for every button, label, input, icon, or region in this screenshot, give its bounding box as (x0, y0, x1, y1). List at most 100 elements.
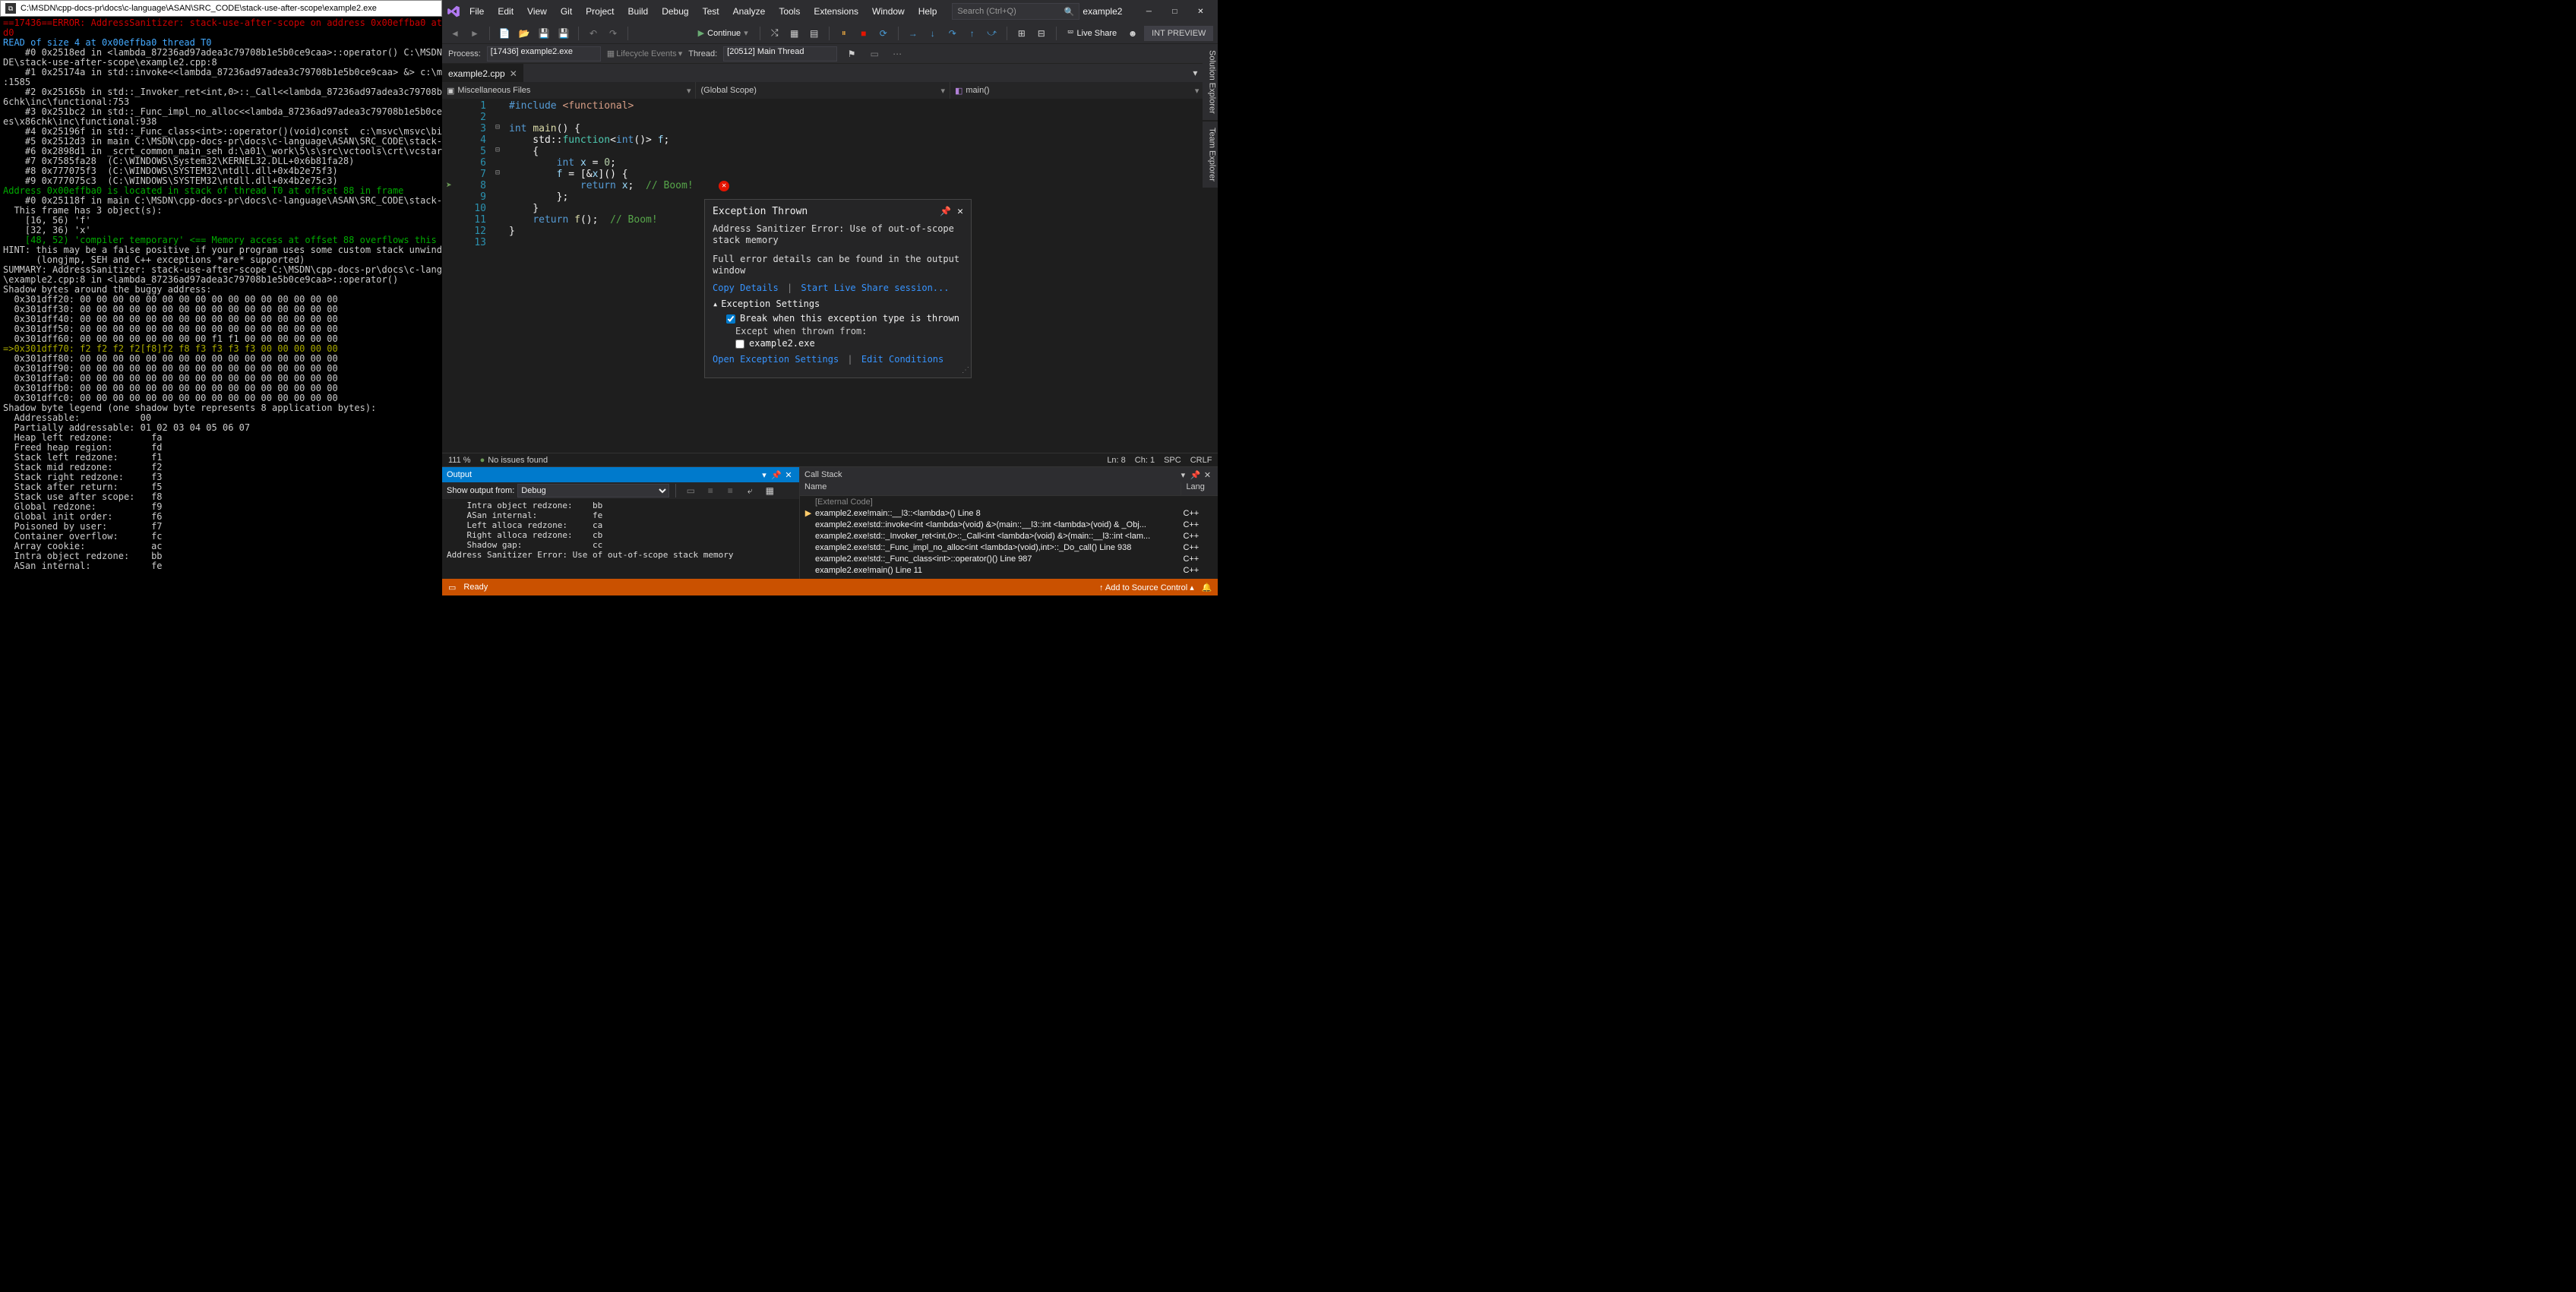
menu-view[interactable]: View (521, 3, 553, 20)
nav-member-dropdown[interactable]: ◧ main() ▾ (950, 82, 1204, 99)
run-to-cursor-button[interactable]: ⤻ (984, 25, 1000, 42)
edit-conditions-link[interactable]: Edit Conditions (861, 354, 943, 365)
debug-btn-3[interactable]: ▤ (806, 25, 823, 42)
step-into-button[interactable]: ↓ (925, 25, 941, 42)
menu-help[interactable]: Help (912, 3, 943, 20)
menu-git[interactable]: Git (555, 3, 578, 20)
pin-icon[interactable]: 📌 (940, 206, 951, 217)
undo-button[interactable]: ↶ (585, 25, 602, 42)
stack-frame-btn[interactable]: ▭ (866, 46, 883, 62)
copy-details-link[interactable]: Copy Details (713, 283, 779, 293)
callstack-rows[interactable]: [External Code]▶example2.exe!main::__l3:… (800, 496, 1218, 579)
menu-build[interactable]: Build (622, 3, 655, 20)
minimize-button[interactable]: ─ (1136, 2, 1162, 21)
debug-btn-2[interactable]: ▦ (786, 25, 803, 42)
open-button[interactable]: 📂 (516, 25, 533, 42)
close-icon[interactable]: ✕ (957, 206, 963, 217)
stack-misc-btn[interactable]: ⋯ (889, 46, 906, 62)
nav-fwd-button[interactable]: ► (466, 25, 483, 42)
vs-titlebar[interactable]: FileEditViewGitProjectBuildDebugTestAnal… (442, 0, 1218, 23)
doc-tab-example2[interactable]: example2.cpp ✕ (442, 64, 523, 82)
side-tab-solution-explorer[interactable]: Solution Explorer (1203, 44, 1218, 120)
col-name[interactable]: Name (800, 482, 1181, 495)
output-wrap-button[interactable]: ⤶ (741, 482, 758, 499)
menu-project[interactable]: Project (580, 3, 620, 20)
restart-button[interactable]: ⟳ (875, 25, 892, 42)
col-lang[interactable]: Lang (1181, 482, 1218, 495)
maximize-button[interactable]: □ (1162, 2, 1187, 21)
panel-dropdown-icon[interactable]: ▾ (758, 470, 770, 480)
feedback-button[interactable]: ☻ (1124, 25, 1141, 42)
indent-indicator[interactable]: SPC (1164, 456, 1181, 465)
except-example2-checkbox[interactable] (735, 340, 744, 349)
step-out-button[interactable]: ↑ (964, 25, 981, 42)
output-btn-3[interactable]: ≡ (722, 482, 738, 499)
output-panel-title[interactable]: Output ▾ 📌 ✕ (442, 467, 799, 482)
outline-gutter[interactable]: ⊟⊟⊟ (492, 99, 503, 453)
search-box[interactable]: Search (Ctrl+Q) 🔍 (952, 3, 1079, 20)
side-tab-team-explorer[interactable]: Team Explorer (1203, 122, 1218, 188)
break-all-button[interactable]: ⏸ (836, 25, 852, 42)
add-source-control-button[interactable]: ↑ Add to Source Control ▴ (1099, 583, 1194, 592)
close-tab-icon[interactable]: ✕ (510, 68, 517, 79)
callstack-row[interactable]: ▶example2.exe!main::__l3::<lambda>() Lin… (800, 507, 1218, 519)
output-btn-2[interactable]: ≡ (702, 482, 719, 499)
menu-analyze[interactable]: Analyze (727, 3, 772, 20)
eol-indicator[interactable]: CRLF (1190, 456, 1212, 465)
callstack-row[interactable]: [External Code] (800, 496, 1218, 507)
debug-misc-2[interactable]: ⊟ (1033, 25, 1050, 42)
output-btn-5[interactable]: ▦ (761, 482, 778, 499)
callstack-row[interactable]: example2.exe!std::_Func_class<int>::oper… (800, 553, 1218, 564)
menu-window[interactable]: Window (866, 3, 911, 20)
notifications-icon[interactable]: 🔔 (1202, 583, 1212, 592)
nav-scope-dropdown[interactable]: (Global Scope) ▾ (696, 82, 950, 99)
resize-grip-icon[interactable]: ⋰ (962, 365, 969, 376)
save-all-button[interactable]: 💾 (555, 25, 572, 42)
step-over-button[interactable]: ↷ (944, 25, 961, 42)
show-next-stmt-button[interactable]: → (905, 25, 921, 42)
output-clear-button[interactable]: ▭ (682, 482, 699, 499)
menu-edit[interactable]: Edit (491, 3, 520, 20)
tab-dropdown-button[interactable]: ▾ (1187, 64, 1203, 82)
debug-btn-1[interactable]: ⤭ (766, 25, 783, 42)
process-dropdown[interactable]: [17436] example2.exe (487, 46, 601, 62)
save-button[interactable]: 💾 (536, 25, 552, 42)
menu-test[interactable]: Test (697, 3, 725, 20)
panel-close-icon[interactable]: ✕ (1201, 470, 1213, 480)
nav-back-button[interactable]: ◄ (447, 25, 463, 42)
panel-close-icon[interactable]: ✕ (782, 470, 795, 480)
flag-icon[interactable]: ⚑ (843, 46, 860, 62)
menu-file[interactable]: File (463, 3, 490, 20)
panel-dropdown-icon[interactable]: ▾ (1177, 470, 1189, 480)
continue-button[interactable]: ▶ Continue ▾ (693, 26, 754, 40)
issues-status[interactable]: No issues found (488, 456, 548, 465)
exception-settings-toggle[interactable]: ▴ Exception Settings (713, 299, 963, 310)
nav-project-dropdown[interactable]: ▣ Miscellaneous Files ▾ (442, 82, 696, 99)
callstack-row[interactable]: example2.exe!std::_Func_impl_no_alloc<in… (800, 542, 1218, 553)
code-editor[interactable]: ➤ 12345678910111213 ⊟⊟⊟ #include <functi… (442, 99, 1218, 453)
live-share-button[interactable]: ⮹ Live Share (1067, 28, 1117, 38)
close-button[interactable]: ✕ (1187, 2, 1213, 21)
panel-pin-icon[interactable]: 📌 (770, 470, 782, 480)
console-output[interactable]: ==17436==ERROR: AddressSanitizer: stack-… (0, 17, 442, 595)
panel-pin-icon[interactable]: 📌 (1189, 470, 1201, 480)
start-liveshare-link[interactable]: Start Live Share session... (801, 283, 949, 293)
thread-dropdown[interactable]: [20512] Main Thread (723, 46, 837, 62)
console-titlebar[interactable]: ⧉ C:\MSDN\cpp-docs-pr\docs\c-language\AS… (0, 0, 442, 17)
lifecycle-events-dropdown[interactable]: ▦ Lifecycle Events ▾ (607, 49, 682, 58)
redo-button[interactable]: ↷ (605, 25, 621, 42)
output-text[interactable]: Intra object redzone: bb ASan internal: … (442, 499, 799, 579)
menu-extensions[interactable]: Extensions (808, 3, 864, 20)
callstack-panel-title[interactable]: Call Stack ▾ 📌 ✕ (800, 467, 1218, 482)
break-when-thrown-checkbox[interactable] (726, 314, 735, 324)
new-button[interactable]: 📄 (496, 25, 513, 42)
callstack-header[interactable]: Name Lang (800, 482, 1218, 496)
zoom-level[interactable]: 111 % (448, 456, 471, 465)
callstack-row[interactable]: example2.exe!std::_Invoker_ret<int,0>::_… (800, 530, 1218, 542)
col-indicator[interactable]: Ch: 1 (1135, 456, 1155, 465)
line-indicator[interactable]: Ln: 8 (1107, 456, 1125, 465)
callstack-row[interactable]: example2.exe!std::invoke<int <lambda>(vo… (800, 519, 1218, 530)
code-text[interactable]: #include <functional>int main() { std::f… (503, 99, 1218, 453)
open-exception-settings-link[interactable]: Open Exception Settings (713, 354, 839, 365)
menu-tools[interactable]: Tools (773, 3, 806, 20)
